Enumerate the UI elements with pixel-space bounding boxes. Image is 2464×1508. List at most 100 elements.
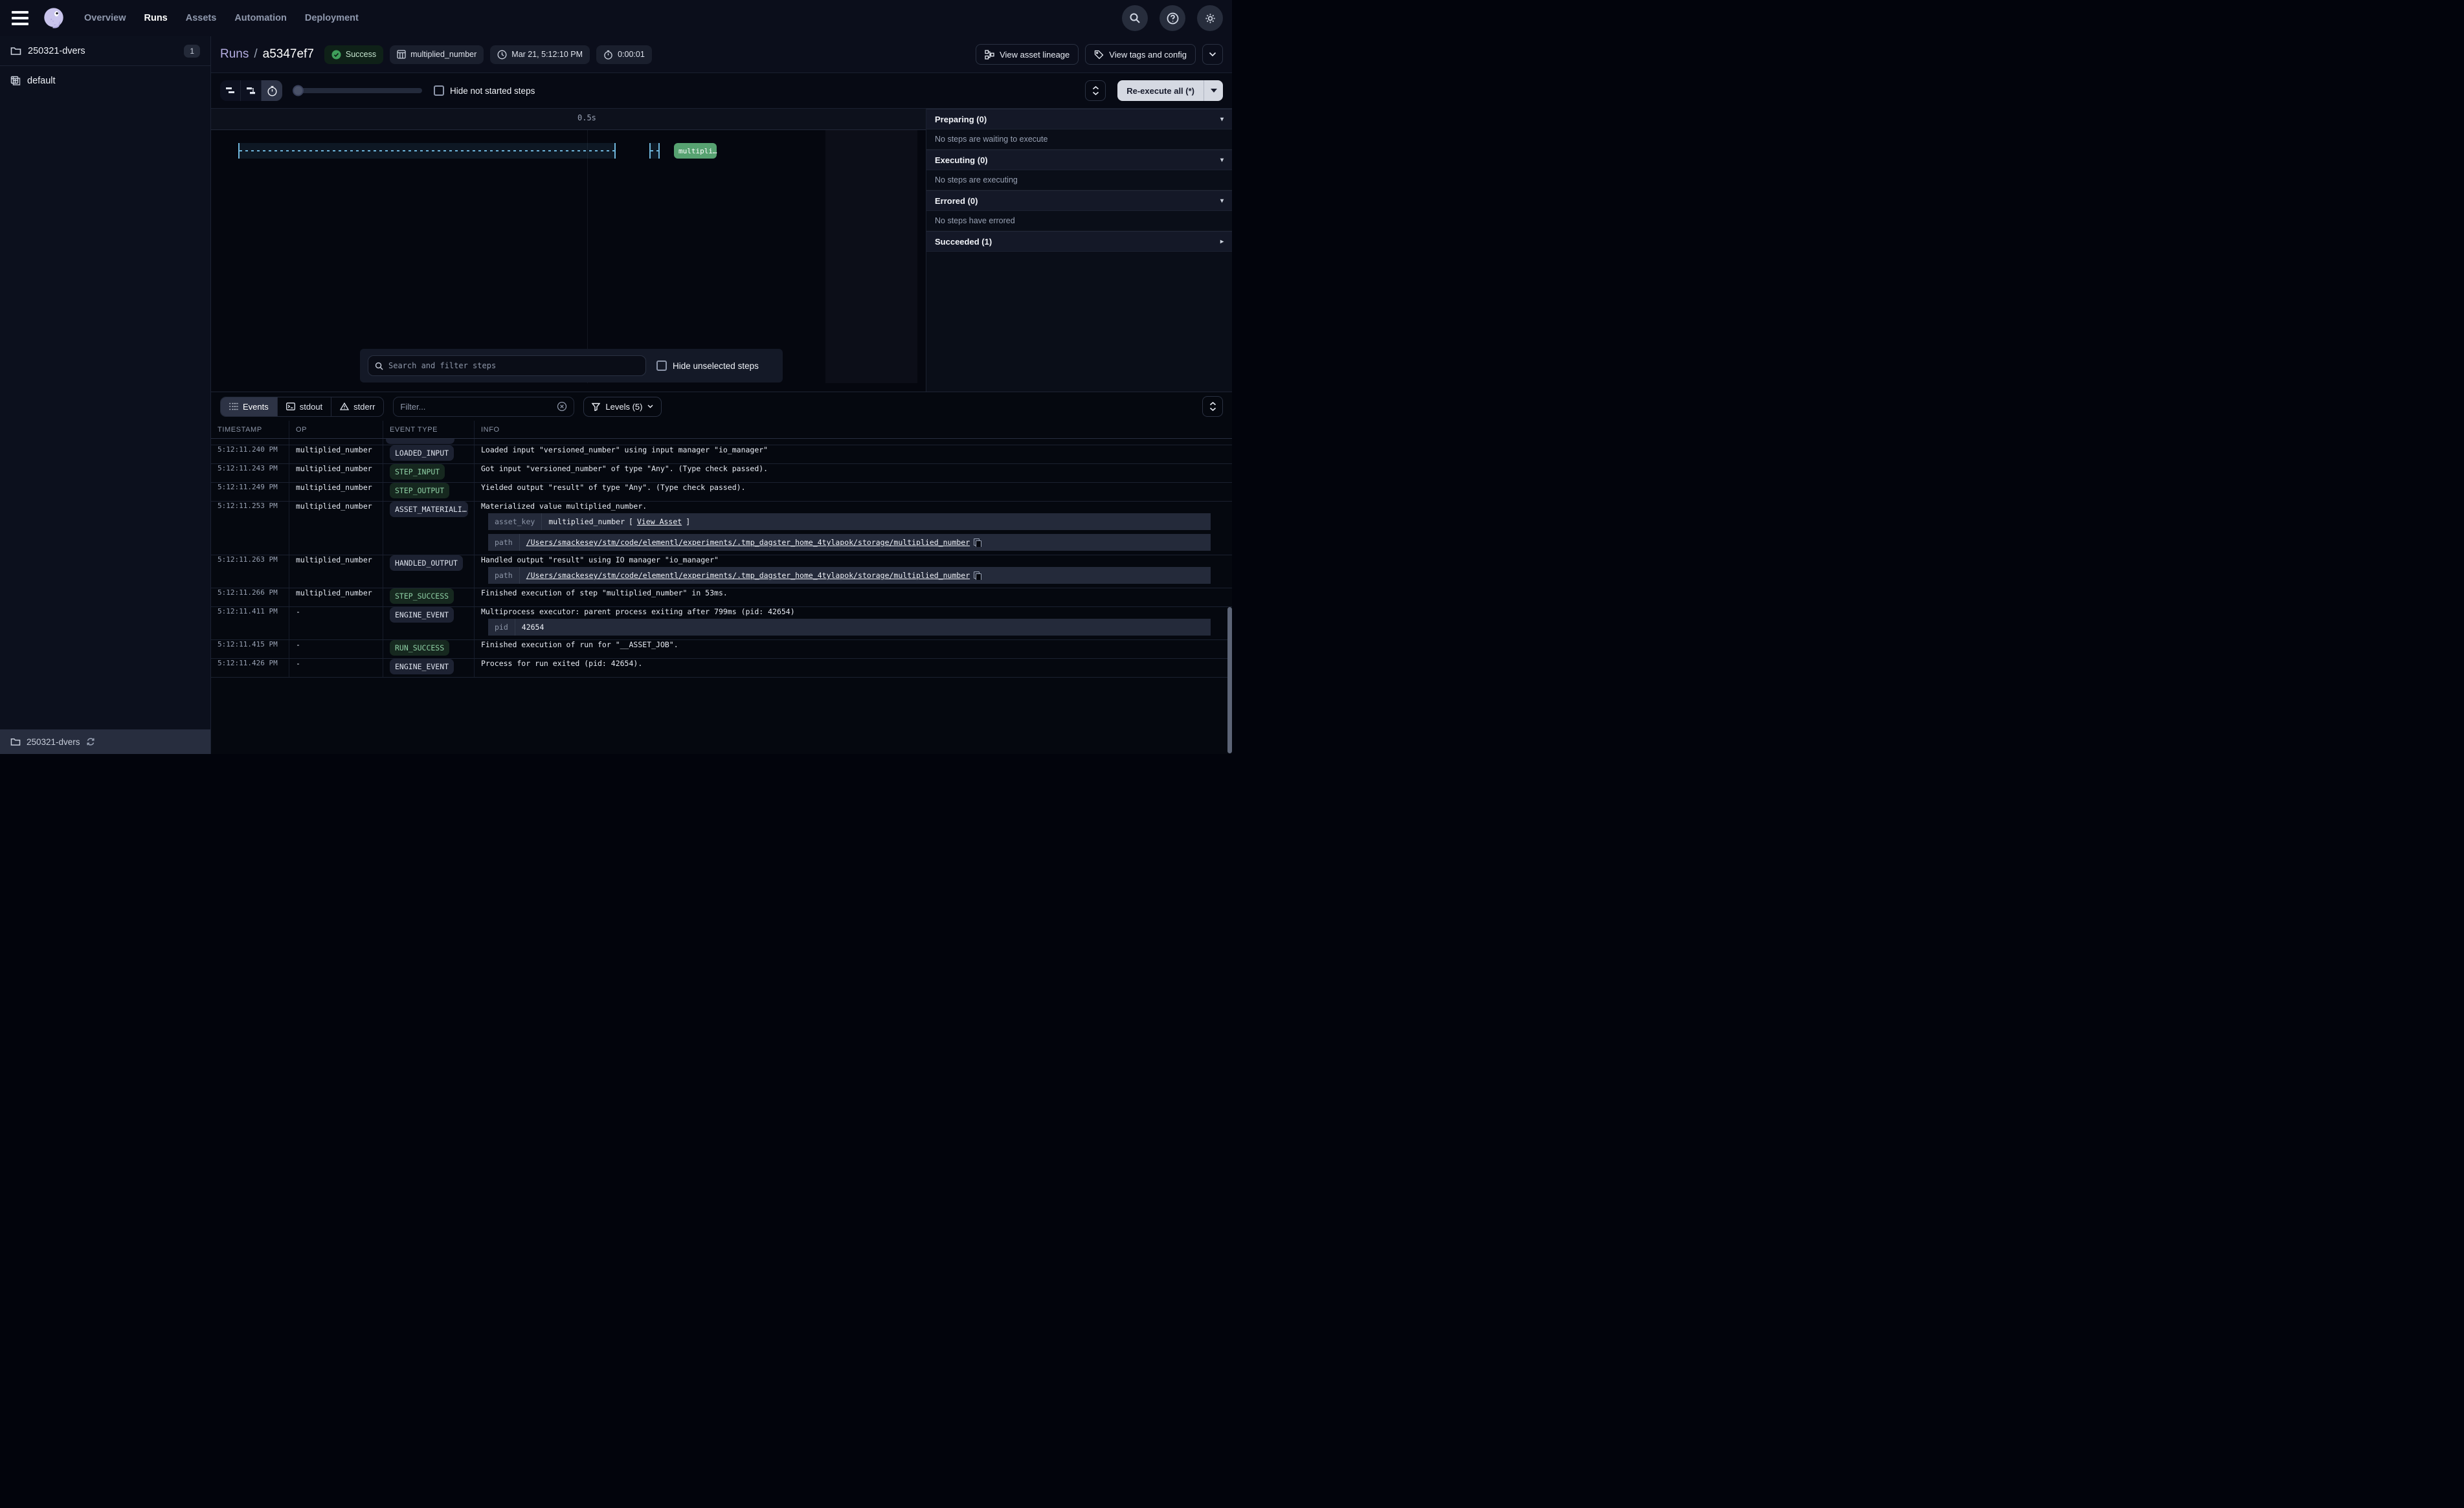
left-sidebar: 250321-dvers 1 default 250321-dvers (0, 36, 211, 754)
chevron-down-icon[interactable]: ▾ (1220, 116, 1224, 123)
event-info-text: Got input "versioned_number" of type "An… (481, 464, 1226, 473)
log-tabs: Events stdout stderr (220, 397, 384, 417)
chevron-right-icon[interactable]: ▸ (1220, 238, 1224, 245)
event-table-body: 5:12:11.240 PMmultiplied_numberLOADED_IN… (211, 445, 1232, 678)
search-icon (1129, 12, 1141, 24)
zoom-slider[interactable] (294, 88, 422, 93)
table-row[interactable]: 5:12:11.266 PMmultiplied_numberSTEP_SUCC… (211, 588, 1232, 607)
sidebar-footer[interactable]: 250321-dvers (0, 729, 210, 754)
step-search-field[interactable] (368, 355, 646, 376)
chevron-down-icon[interactable]: ▾ (1220, 157, 1224, 164)
clear-filter-icon[interactable] (557, 401, 567, 412)
table-row[interactable]: 5:12:11.411 PM-ENGINE_EVENTMultiprocess … (211, 607, 1232, 640)
log-filter-field[interactable] (393, 397, 574, 417)
expand-log-button[interactable] (1202, 396, 1223, 417)
view-asset-lineage-button[interactable]: View asset lineage (976, 44, 1079, 65)
status-section-header[interactable]: Succeeded (1)▸ (926, 231, 1232, 252)
view-asset-link[interactable]: View Asset (637, 517, 682, 526)
gantt-chart-area[interactable]: multipli… Hide unselected steps (211, 130, 926, 391)
nav-item-automation[interactable]: Automation (234, 13, 287, 23)
path-link[interactable]: /Users/smackesey/stm/code/elementl/exper… (526, 571, 970, 580)
nav-item-runs[interactable]: Runs (144, 13, 168, 23)
tab-label: stderr (353, 402, 375, 412)
status-section-header[interactable]: Executing (0)▾ (926, 150, 1232, 170)
view-tags-config-button[interactable]: View tags and config (1085, 44, 1196, 65)
event-info-text: Handled output "result" using IO manager… (481, 555, 1226, 564)
hide-unselected-checkbox[interactable]: Hide unselected steps (656, 360, 759, 371)
search-icon (375, 362, 383, 370)
tab-stderr[interactable]: stderr (331, 397, 383, 416)
table-row[interactable]: 5:12:11.243 PMmultiplied_numberSTEP_INPU… (211, 464, 1232, 483)
checkbox-icon[interactable] (656, 360, 667, 371)
step-search-input[interactable] (388, 361, 639, 370)
event-log-table: TIMESTAMPOPEVENT TYPEINFO 5:12:11.240 PM… (211, 421, 1232, 754)
reexecute-dropdown-button[interactable] (1204, 80, 1223, 101)
checkbox-icon[interactable] (434, 85, 444, 96)
status-section-header[interactable]: Preparing (0)▾ (926, 109, 1232, 129)
sort-order-button[interactable] (1085, 80, 1106, 101)
tab-stdout[interactable]: stdout (278, 397, 331, 416)
reexecute-all-button[interactable]: Re-execute all (*) (1117, 80, 1204, 101)
chevron-down-icon[interactable]: ▾ (1220, 197, 1224, 205)
breadcrumb-separator: / (254, 47, 257, 61)
levels-dropdown-button[interactable]: Levels (5) (583, 397, 662, 417)
status-badge[interactable]: Success (324, 45, 383, 64)
header-more-button[interactable] (1202, 44, 1223, 65)
tab-label: Events (243, 402, 269, 412)
filter-funnel-icon (592, 403, 600, 411)
event-type-cell: RUN_SUCCESS (383, 640, 475, 658)
log-filter-input[interactable] (400, 402, 552, 412)
event-log-toolbar: Events stdout stderr Levels (5) (211, 392, 1232, 421)
copy-icon[interactable] (974, 538, 980, 546)
event-type-badge: STEP_INPUT (390, 464, 445, 480)
sidebar-item-job[interactable]: 250321-dvers 1 (0, 36, 210, 66)
event-type-cell: LOADED_INPUT (383, 445, 475, 463)
dagster-logo-icon[interactable] (41, 6, 66, 30)
step-status-panel: Preparing (0)▾No steps are waiting to ex… (926, 109, 1232, 392)
nav-item-deployment[interactable]: Deployment (305, 13, 359, 23)
event-timestamp: 5:12:11.411 PM (211, 607, 289, 639)
timed-view-button[interactable] (262, 80, 282, 101)
event-op: - (289, 640, 383, 658)
table-row[interactable]: 5:12:11.426 PM-ENGINE_EVENTProcess for r… (211, 659, 1232, 678)
table-row[interactable]: 5:12:11.240 PMmultiplied_numberLOADED_IN… (211, 445, 1232, 464)
hamburger-menu-icon[interactable] (9, 7, 31, 29)
table-row[interactable]: 5:12:11.263 PMmultiplied_numberHANDLED_O… (211, 555, 1232, 588)
waterfall-view-button[interactable] (241, 80, 262, 101)
hide-not-started-checkbox[interactable]: Hide not started steps (434, 85, 535, 96)
vertical-scrollbar-thumb[interactable] (1227, 607, 1232, 753)
column-header-op: OP (289, 421, 383, 438)
event-op: multiplied_number (289, 483, 383, 501)
clock-icon (497, 50, 507, 60)
search-button[interactable] (1122, 5, 1148, 31)
step-bar-multiplied-number[interactable]: multipli… (674, 143, 717, 159)
table-row[interactable]: 5:12:11.253 PMmultiplied_numberASSET_MAT… (211, 502, 1232, 555)
breadcrumb-runs-link[interactable]: Runs (220, 47, 249, 61)
duration-pill: 0:00:01 (596, 45, 652, 64)
event-metadata-row: path/Users/smackesey/stm/code/elementl/e… (488, 534, 1211, 551)
event-timestamp: 5:12:11.266 PM (211, 588, 289, 606)
help-button[interactable] (1159, 5, 1185, 31)
up-down-chevrons-icon (1209, 402, 1216, 411)
table-row[interactable]: 5:12:11.415 PM-RUN_SUCCESSFinished execu… (211, 640, 1232, 659)
zoom-slider-knob[interactable] (293, 85, 304, 96)
table-row[interactable]: 5:12:11.249 PMmultiplied_numberSTEP_OUTP… (211, 483, 1232, 502)
path-link[interactable]: /Users/smackesey/stm/code/elementl/exper… (526, 538, 970, 547)
reexecute-split-button: Re-execute all (*) (1117, 80, 1223, 101)
flat-view-button[interactable] (220, 80, 241, 101)
event-metadata-row: asset_keymultiplied_number[View Asset] (488, 513, 1211, 530)
event-timestamp: 5:12:11.243 PM (211, 464, 289, 482)
event-type-cell: ENGINE_EVENT (383, 659, 475, 677)
nav-item-overview[interactable]: Overview (84, 13, 126, 23)
nav-item-assets[interactable]: Assets (186, 13, 217, 23)
settings-button[interactable] (1197, 5, 1223, 31)
waiting-span-bar (238, 143, 616, 159)
tab-events[interactable]: Events (221, 397, 278, 416)
sidebar-item-default-group[interactable]: default (0, 66, 210, 96)
copy-icon[interactable] (974, 571, 980, 579)
status-section-header[interactable]: Errored (0)▾ (926, 190, 1232, 211)
refresh-icon[interactable] (86, 737, 95, 746)
sidebar-job-count-badge: 1 (184, 45, 200, 58)
event-info-cell: Yielded output "result" of type "Any". (… (475, 483, 1232, 501)
asset-tag-pill[interactable]: multiplied_number (390, 45, 484, 64)
